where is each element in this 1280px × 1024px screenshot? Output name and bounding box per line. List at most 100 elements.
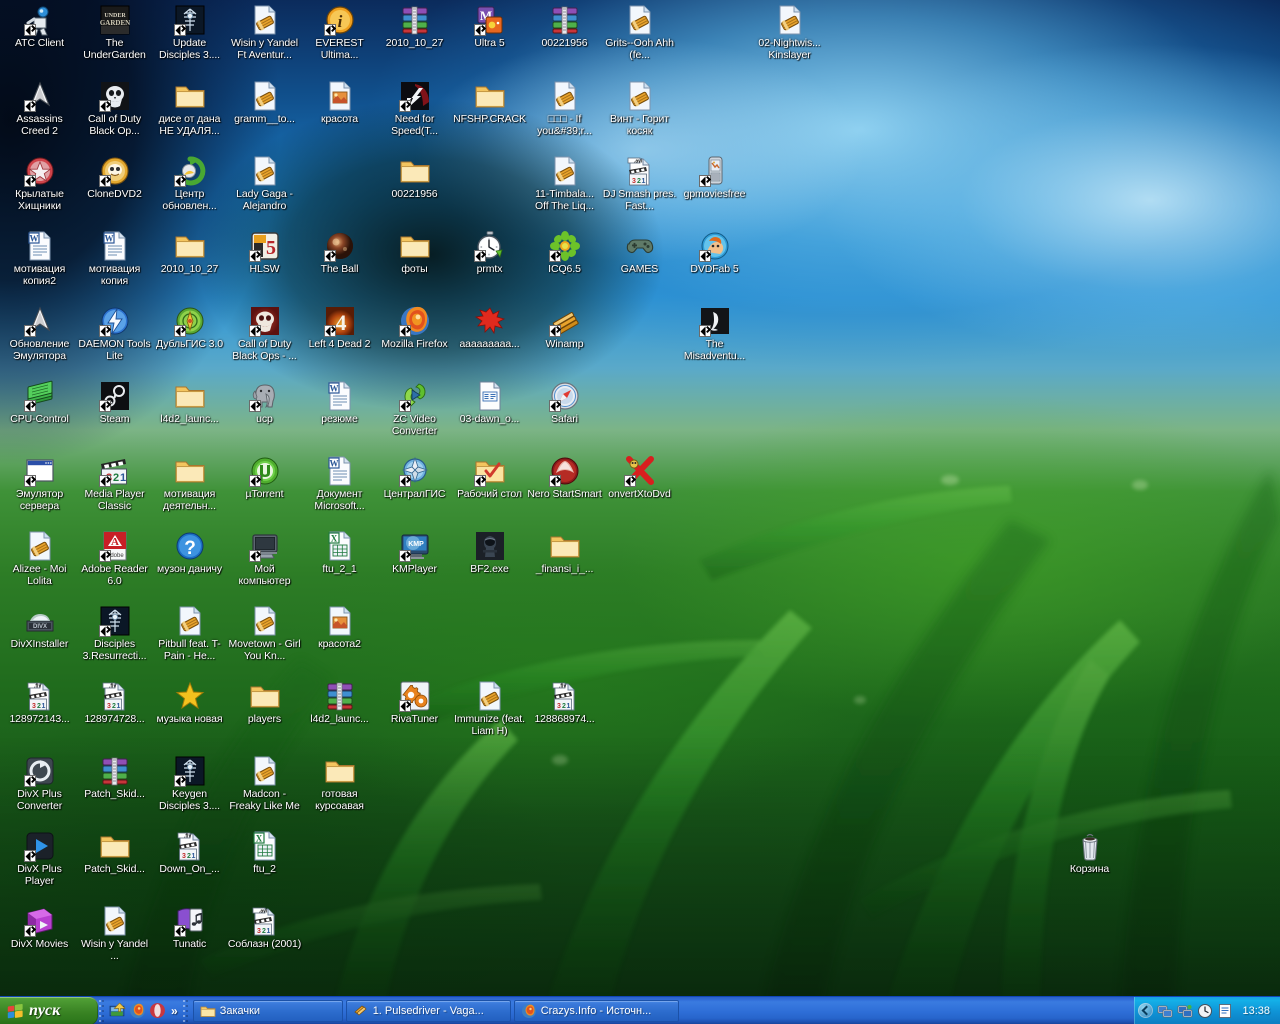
desktop-icon[interactable]: RivaTuner — [377, 680, 452, 726]
desktop-icon[interactable]: DVDFab 5 — [677, 230, 752, 276]
desktop-icon[interactable]: Nero StartSmart — [527, 455, 602, 501]
desktop-icon[interactable]: gramm__to... — [227, 80, 302, 126]
desktop-icon[interactable]: players — [227, 680, 302, 726]
desktop-icon[interactable]: 02-Nightwis... Kinslayer — [752, 4, 827, 61]
desktop-icon[interactable]: prmtx — [452, 230, 527, 276]
desktop-icon[interactable]: Wмотивация копия — [77, 230, 152, 287]
desktop-icon[interactable]: Lady Gaga - Alejandro — [227, 155, 302, 212]
desktop-icon[interactable]: iEVEREST Ultima... — [302, 4, 377, 61]
desktop-icon[interactable]: Мой компьютер — [227, 530, 302, 587]
desktop-icon[interactable]: 321Media Player Classic — [77, 455, 152, 512]
desktop-icon[interactable]: Disciples 3.Resurrecti... — [77, 605, 152, 662]
network2-icon[interactable] — [1177, 1003, 1193, 1019]
desktop-icon[interactable]: DIVXDivXInstaller — [2, 605, 77, 651]
desktop-icon[interactable]: gpmoviesfree — [677, 155, 752, 201]
desktop-icon[interactable]: Call of Duty Black Op... — [77, 80, 152, 137]
desktop[interactable]: ATC ClientUNDERGARDENThe UnderGardenUpda… — [0, 0, 1280, 1024]
desktop-icon[interactable]: Обновление Эмулятора — [2, 305, 77, 362]
desktop-icon[interactable]: Wisin y Yandel Ft Aventur... — [227, 4, 302, 61]
desktop-icon[interactable]: Рабочий стол — [452, 455, 527, 501]
desktop-icon[interactable]: Wмотивация копия2 — [2, 230, 77, 287]
desktop-icon[interactable]: The Misadventu... — [677, 305, 752, 362]
desktop-icon[interactable]: ucp — [227, 380, 302, 426]
desktop-icon[interactable]: ATC Client — [2, 4, 77, 50]
desktop-icon[interactable]: Winamp — [527, 305, 602, 351]
desktop-icon[interactable]: □□□ - If you&#39;r... — [527, 80, 602, 137]
taskbar-clock[interactable]: 13:38 — [1237, 1005, 1273, 1017]
desktop-icon[interactable]: мотивация деятельн... — [152, 455, 227, 512]
desktop-icon[interactable]: Steam — [77, 380, 152, 426]
desktop-icon[interactable]: .flv 321128868974... — [527, 680, 602, 726]
network-icon[interactable] — [1157, 1003, 1173, 1019]
desktop-icon[interactable]: 11-Timbala... Off The Liq... — [527, 155, 602, 212]
desktop-icon[interactable]: MUltra 5 — [452, 4, 527, 50]
desktop-icon[interactable]: ICQ6.5 — [527, 230, 602, 276]
desktop-icon[interactable]: BF2.exe — [452, 530, 527, 576]
desktop-icon[interactable]: Xftu_2_1 — [302, 530, 377, 576]
desktop-icon[interactable]: AAdobeAdobe Reader 6.0 — [77, 530, 152, 587]
desktop-icon[interactable]: onvertXtoDvd — [602, 455, 677, 501]
desktop-icon[interactable]: CPU-Control — [2, 380, 77, 426]
desktop-icon[interactable]: Grits--Ooh Ahh (fe... — [602, 4, 677, 61]
desktop-icon[interactable]: дисе от дана НЕ УДАЛЯ... — [152, 80, 227, 137]
notepad-tray-icon[interactable] — [1217, 1003, 1233, 1019]
desktop-icon[interactable]: DivX Plus Player — [2, 830, 77, 887]
desktop-icon[interactable]: Центр обновлен... — [152, 155, 227, 212]
desktop-icon[interactable]: ДубльГИС 3.0 — [152, 305, 227, 351]
desktop-icon[interactable]: l4d2_launc... — [152, 380, 227, 426]
desktop-icon[interactable]: 2010_10_27 — [152, 230, 227, 276]
desktop-icon[interactable]: GAMES — [602, 230, 677, 276]
desktop-icon[interactable]: Винт - Горит косяк — [602, 80, 677, 137]
task-button[interactable]: Закачки — [193, 1000, 343, 1022]
desktop-icon[interactable]: Xftu_2 — [227, 830, 302, 876]
show-desktop-icon[interactable] — [109, 1002, 126, 1019]
desktop-icon[interactable]: KMPKMPlayer — [377, 530, 452, 576]
desktop-icon[interactable]: готовая курсоавая — [302, 755, 377, 812]
desktop-icon[interactable]: ZC Video Converter — [377, 380, 452, 437]
desktop-icon[interactable]: µTorrent — [227, 455, 302, 501]
desktop-icon[interactable]: Wрезюме — [302, 380, 377, 426]
desktop-icon[interactable]: NFSHP.CRACK — [452, 80, 527, 126]
desktop-icon[interactable]: ЦентралГИС — [377, 455, 452, 501]
desktop-icon[interactable]: Alizee - Moi Lolita — [2, 530, 77, 587]
desktop-icon[interactable]: _finansi_i_... — [527, 530, 602, 576]
quick-launch-grip[interactable] — [98, 997, 105, 1024]
desktop-icon[interactable]: DAEMON Tools Lite — [77, 305, 152, 362]
desktop-icon[interactable]: Assassins Creed 2 — [2, 80, 77, 137]
desktop-icon[interactable]: Patch_Skid... — [77, 830, 152, 876]
clock-tray-icon[interactable] — [1197, 1003, 1213, 1019]
task-button[interactable]: Crazys.Info - Источн... — [514, 1000, 679, 1022]
taskbar[interactable]: пуск » — [0, 996, 1280, 1024]
desktop-icon[interactable]: 2010_10_27 — [377, 4, 452, 50]
desktop-icon[interactable]: .flv 321128974728... — [77, 680, 152, 726]
desktop-icon[interactable]: Need for Speed(T... — [377, 80, 452, 137]
desktop-icon[interactable]: красота — [302, 80, 377, 126]
start-button[interactable]: пуск — [0, 997, 98, 1024]
desktop-icon[interactable]: музыка новая — [152, 680, 227, 726]
desktop-icon[interactable]: ?музон даничу — [152, 530, 227, 576]
opera-icon[interactable] — [149, 1002, 166, 1019]
desktop-icon[interactable]: aaaaaaaaa... — [452, 305, 527, 351]
desktop-icon[interactable]: Keygen Disciples 3.... — [152, 755, 227, 812]
desktop-icon[interactable]: DivX Movies — [2, 905, 77, 951]
desktop-icon[interactable]: l4d2_launc... — [302, 680, 377, 726]
desktop-icon[interactable]: Immunize (feat. Liam H) — [452, 680, 527, 737]
desktop-icon[interactable]: Movetown - Girl You Kn... — [227, 605, 302, 662]
desktop-icon[interactable]: Tunatic — [152, 905, 227, 951]
desktop-icon[interactable]: Update Disciples 3.... — [152, 4, 227, 61]
desktop-icon[interactable]: Patch_Skid... — [77, 755, 152, 801]
tray-expand-icon[interactable] — [1138, 1003, 1153, 1018]
system-tray[interactable]: 13:38 — [1134, 997, 1280, 1024]
desktop-icon[interactable]: Wisin y Yandel ... — [77, 905, 152, 962]
desktop-icon[interactable]: Madcon - Freaky Like Me — [227, 755, 302, 812]
desktop-icon[interactable]: 5HLSW — [227, 230, 302, 276]
desktop-icon[interactable]: .flv 321128972143... — [2, 680, 77, 726]
task-button[interactable]: 1. Pulsedriver - Vaga... — [346, 1000, 511, 1022]
desktop-icon[interactable]: Эмулятор сервера — [2, 455, 77, 512]
desktop-icon[interactable]: Крылатые Хищники — [2, 155, 77, 212]
desktop-icon[interactable]: .avi 321Соблазн (2001) — [227, 905, 302, 951]
desktop-icon[interactable]: .flv 321Down_On_... — [152, 830, 227, 876]
desktop-icon[interactable]: UNDERGARDENThe UnderGarden — [77, 4, 152, 61]
desktop-icon[interactable]: фоты — [377, 230, 452, 276]
desktop-icon[interactable]: CloneDVD2 — [77, 155, 152, 201]
